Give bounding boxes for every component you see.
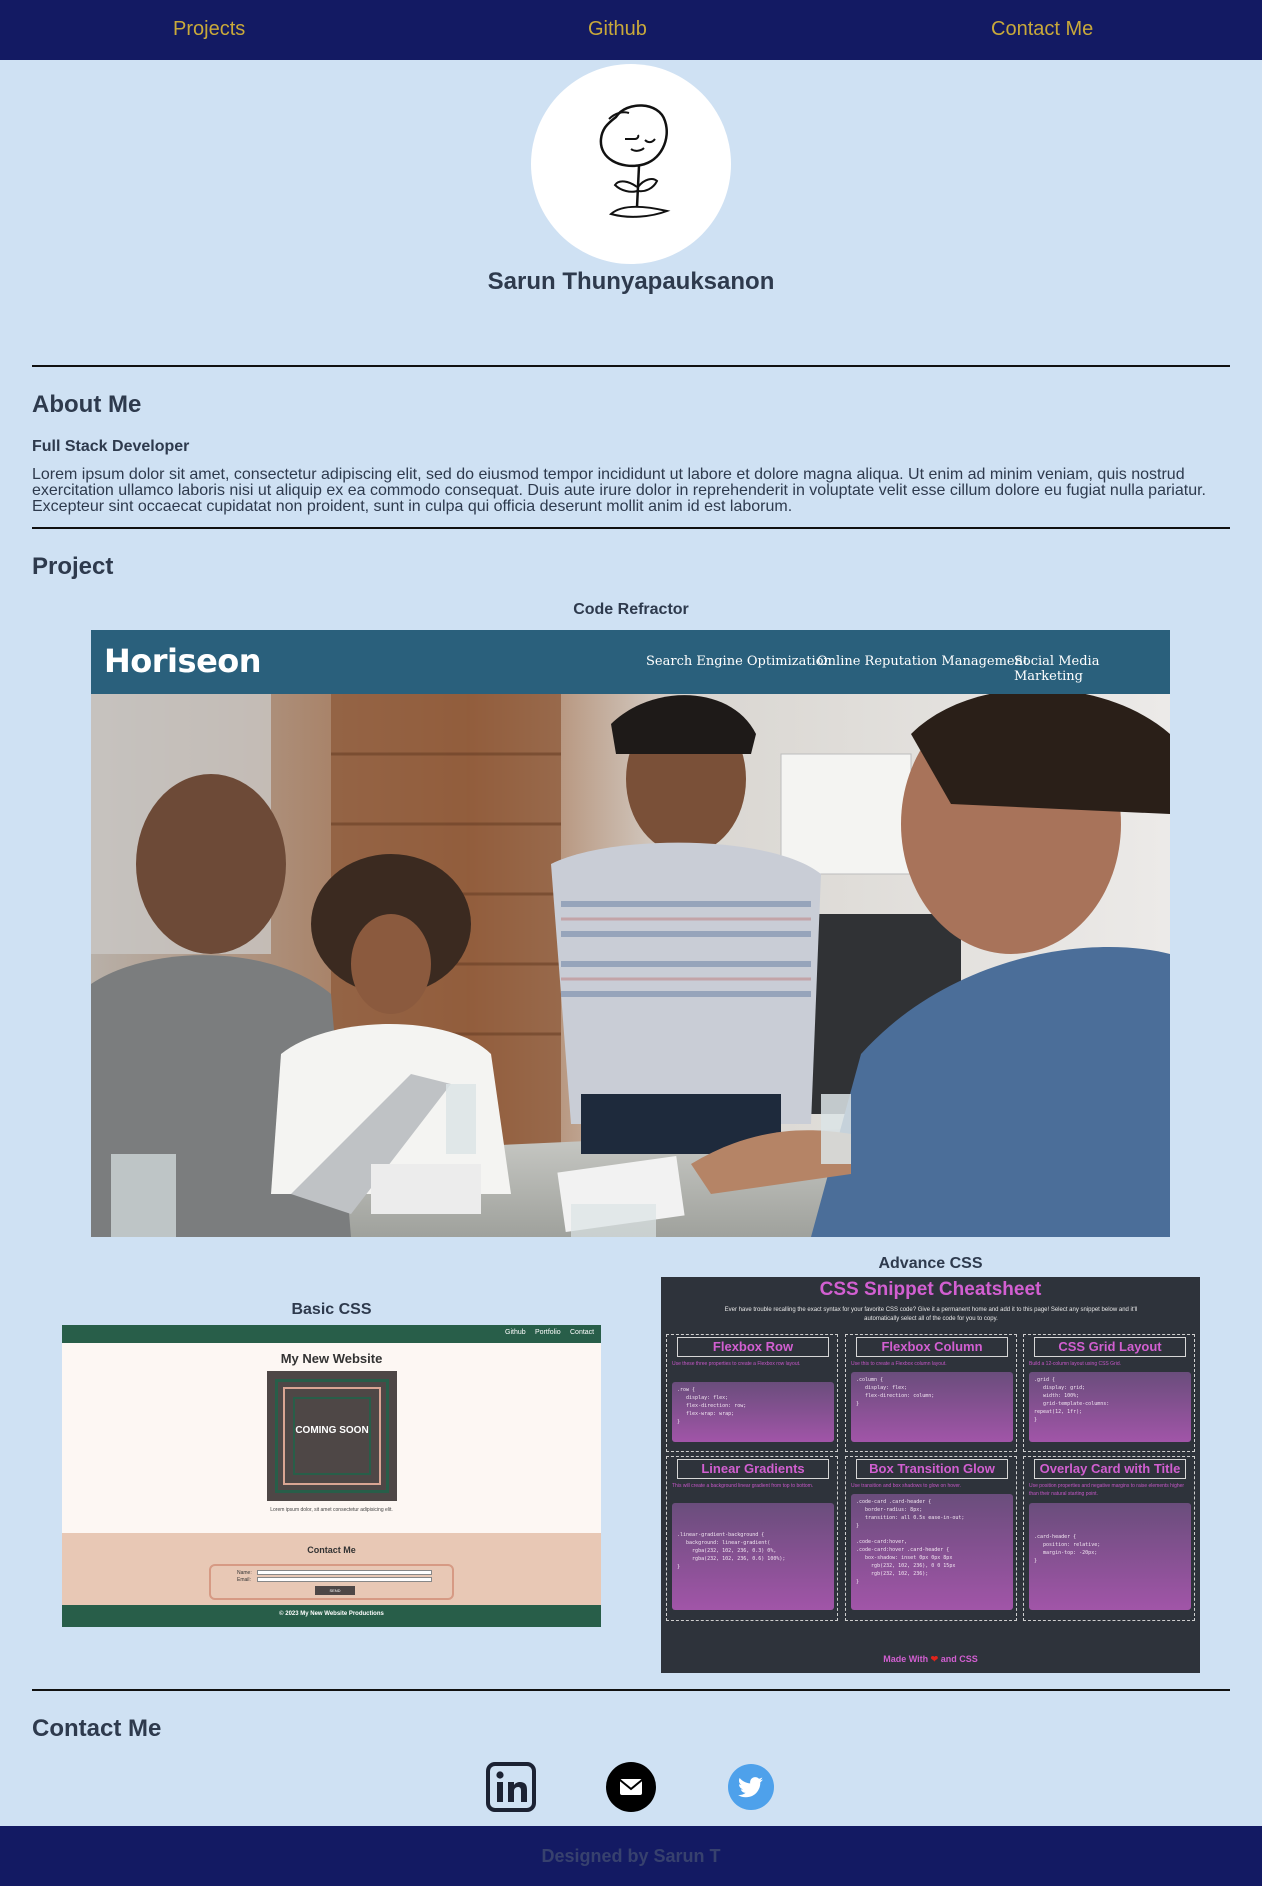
snippet-title: Box Transition Glow xyxy=(856,1459,1008,1479)
nav-link-contact[interactable]: Contact Me xyxy=(991,18,1093,41)
project-title-basic-css: Basic CSS xyxy=(291,1301,372,1318)
snippet-title: Flexbox Row xyxy=(677,1337,829,1357)
preview-header: Horiseon Search Engine Optimization Onli… xyxy=(91,630,1170,694)
snippet-desc: Use transition and box shadows to glow o… xyxy=(851,1483,962,1489)
preview-email-label: Email: xyxy=(237,1577,251,1583)
preview-contact-form: Name: Email: SEND xyxy=(209,1564,454,1600)
preview-footer-text: © 2023 My New Website Productions xyxy=(279,1611,384,1617)
divider xyxy=(32,527,1230,529)
footer-credit: Designed by Sarun T xyxy=(541,1845,721,1866)
team-meeting-photo xyxy=(91,694,1170,1237)
snippet-code: .row { display: flex; flex-direction: ro… xyxy=(672,1382,834,1442)
snippet-code: .column { display: flex; flex-direction:… xyxy=(851,1372,1013,1442)
contact-heading: Contact Me xyxy=(32,1715,162,1742)
about-bio: Lorem ipsum dolor sit amet, consectetur … xyxy=(32,466,1206,515)
snippet-code: .code-card .card-header { border-radius:… xyxy=(851,1494,1013,1610)
preview-send-button: SEND xyxy=(315,1586,355,1595)
heart-icon: ❤ xyxy=(930,1654,939,1664)
preview-nav-link: Github xyxy=(505,1329,526,1336)
coming-soon-text: COMING SOON xyxy=(295,1425,369,1436)
snippet-desc: Build a 12-column layout using CSS Grid. xyxy=(1029,1361,1121,1367)
avatar xyxy=(531,64,731,264)
snippet-card: Overlay Card with Title Use position pro… xyxy=(1023,1456,1195,1621)
preview-contact-section: Contact Me Name: Email: SEND xyxy=(62,1533,601,1611)
snippet-card: Flexbox Column Use this to create a Flex… xyxy=(845,1334,1017,1452)
preview-nav-link: Search Engine Optimization xyxy=(646,654,832,669)
preview-footer: © 2023 My New Website Productions xyxy=(62,1605,601,1627)
project-card-advance-css[interactable]: CSS Snippet Cheatsheet Ever have trouble… xyxy=(661,1277,1200,1673)
snippet-desc: Use these three properties to create a F… xyxy=(672,1361,801,1367)
snippet-title: Flexbox Column xyxy=(856,1337,1008,1357)
email-icon[interactable] xyxy=(606,1762,656,1812)
preview-logo: Horiseon xyxy=(104,642,262,680)
snippet-title: Overlay Card with Title xyxy=(1034,1459,1186,1479)
preview-nav-link: Social Media Marketing xyxy=(1014,654,1100,684)
made-with-footer: Made With ❤ and CSS xyxy=(883,1654,978,1664)
preview-navbar: Github Portfolio Contact xyxy=(62,1325,601,1343)
preview-contact-title: Contact Me xyxy=(307,1545,356,1555)
nav-link-github[interactable]: Github xyxy=(588,18,647,41)
project-title-advance-css: Advance CSS xyxy=(878,1255,983,1272)
preview-title: My New Website xyxy=(280,1351,383,1366)
snippet-card: Flexbox Row Use these three properties t… xyxy=(666,1334,838,1452)
linkedin-icon[interactable] xyxy=(486,1762,536,1812)
snippet-desc: Use this to create a Flexbox column layo… xyxy=(851,1361,947,1367)
divider xyxy=(32,365,1230,367)
snippet-title: Linear Gradients xyxy=(677,1459,829,1479)
preview-nav-link: Contact xyxy=(570,1329,595,1336)
stick-figure-drawing xyxy=(599,104,671,218)
preview-name-label: Name: xyxy=(237,1570,252,1576)
top-nav: Projects Github Contact Me xyxy=(0,0,1262,60)
hero: Sarun Thunyapauksanon xyxy=(0,64,1262,296)
project-card-basic-css[interactable]: Github Portfolio Contact My New Website … xyxy=(62,1325,601,1627)
page-footer: Designed by Sarun T xyxy=(0,1826,1262,1886)
preview-nav-link: Online Reputation Management xyxy=(817,654,1029,669)
project-heading: Project xyxy=(32,553,114,580)
snippet-code: .card-header { position: relative; margi… xyxy=(1029,1503,1191,1610)
cheatsheet-title: CSS Snippet Cheatsheet xyxy=(819,1279,1042,1300)
snippet-desc: This will create a background linear gra… xyxy=(672,1483,814,1489)
preview-lorem: Lorem ipsum dolor, sit amet consectetur … xyxy=(270,1507,393,1513)
nav-link-projects[interactable]: Projects xyxy=(173,18,245,41)
snippet-card: Linear Gradients This will create a back… xyxy=(666,1456,838,1621)
snippet-code: .linear-gradient-background { background… xyxy=(672,1503,834,1610)
cheatsheet-subtitle: Ever have trouble recalling the exact sy… xyxy=(724,1307,1138,1322)
snippet-title: CSS Grid Layout xyxy=(1034,1337,1186,1357)
project-title-code-refractor: Code Refractor xyxy=(573,601,689,618)
project-card-code-refractor[interactable]: Horiseon Search Engine Optimization Onli… xyxy=(91,630,1170,1237)
about-heading: About Me xyxy=(32,391,142,418)
snippet-desc: Use position properties and negative mar… xyxy=(1029,1483,1185,1497)
role-title: Full Stack Developer xyxy=(32,438,190,455)
coming-soon-graphic: COMING SOON xyxy=(267,1371,397,1501)
snippet-card: Box Transition Glow Use transition and b… xyxy=(845,1456,1017,1621)
hero-name: Sarun Thunyapauksanon xyxy=(487,268,775,295)
twitter-icon[interactable] xyxy=(726,1762,776,1812)
divider xyxy=(32,1689,1230,1691)
snippet-card: CSS Grid Layout Build a 12-column layout… xyxy=(1023,1334,1195,1452)
snippet-code: .grid { display: grid; width: 100%; grid… xyxy=(1029,1372,1191,1442)
contact-icons xyxy=(0,1762,1262,1814)
preview-nav-link: Portfolio xyxy=(535,1329,561,1336)
